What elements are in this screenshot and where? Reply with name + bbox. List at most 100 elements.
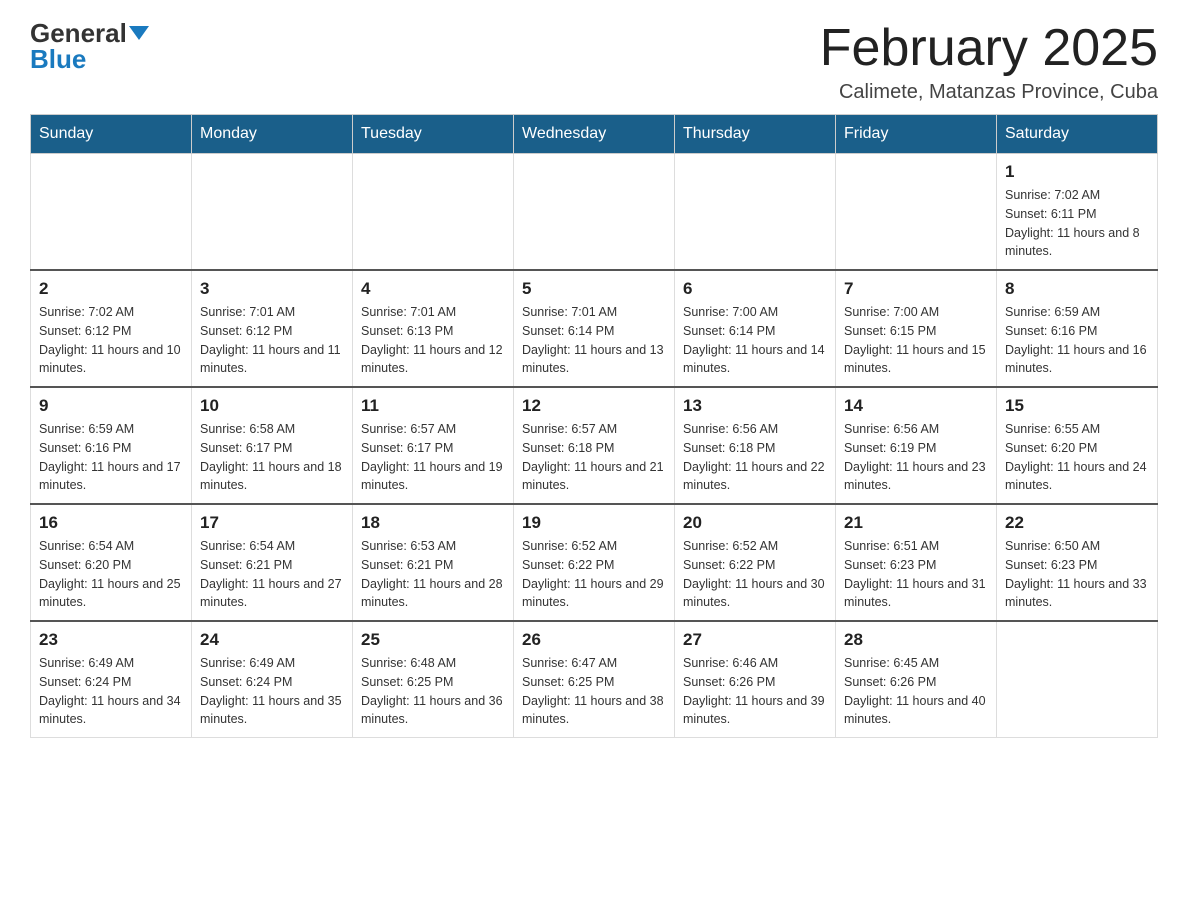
day-number: 15	[1005, 396, 1149, 416]
day-number: 10	[200, 396, 344, 416]
calendar-cell	[192, 154, 353, 271]
day-of-week-header: Friday	[836, 115, 997, 154]
calendar-cell: 2 Sunrise: 7:02 AMSunset: 6:12 PMDaylight…	[31, 270, 192, 387]
day-info: Sunrise: 6:56 AMSunset: 6:18 PMDaylight:…	[683, 420, 827, 495]
calendar-week-row: 23 Sunrise: 6:49 AMSunset: 6:24 PMDayligh…	[31, 621, 1158, 738]
calendar-cell: 28Sunrise: 6:45 AMSunset: 6:26 PMDayligh…	[836, 621, 997, 738]
day-number: 14	[844, 396, 988, 416]
calendar-cell: 9 Sunrise: 6:59 AMSunset: 6:16 PMDaylight…	[31, 387, 192, 504]
calendar-cell: 14 Sunrise: 6:56 AMSunset: 6:19 PMDayligh…	[836, 387, 997, 504]
location-text: Calimete, Matanzas Province, Cuba	[820, 81, 1158, 104]
calendar-cell: 20 Sunrise: 6:52 AMSunset: 6:22 PMDayligh…	[675, 504, 836, 621]
day-info: Sunrise: 6:52 AMSunset: 6:22 PMDaylight:…	[522, 537, 666, 612]
day-number: 21	[844, 513, 988, 533]
day-number: 5	[522, 279, 666, 299]
day-info: Sunrise: 6:49 AMSunset: 6:24 PMDaylight:…	[39, 654, 183, 729]
day-number: 8	[1005, 279, 1149, 299]
day-number: 24	[200, 630, 344, 650]
calendar-cell	[31, 154, 192, 271]
calendar-cell: 4Sunrise: 7:01 AMSunset: 6:13 PMDaylight…	[353, 270, 514, 387]
day-info: Sunrise: 6:52 AMSunset: 6:22 PMDaylight:…	[683, 537, 827, 612]
day-number: 9	[39, 396, 183, 416]
calendar-cell: 7 Sunrise: 7:00 AMSunset: 6:15 PMDaylight…	[836, 270, 997, 387]
day-info: Sunrise: 6:54 AMSunset: 6:20 PMDaylight:…	[39, 537, 183, 612]
calendar-cell: 16 Sunrise: 6:54 AMSunset: 6:20 PMDayligh…	[31, 504, 192, 621]
calendar-cell: 18 Sunrise: 6:53 AMSunset: 6:21 PMDayligh…	[353, 504, 514, 621]
day-number: 1	[1005, 162, 1149, 182]
calendar-week-row: 1 Sunrise: 7:02 AMSunset: 6:11 PMDaylight…	[31, 154, 1158, 271]
day-info: Sunrise: 6:50 AMSunset: 6:23 PMDaylight:…	[1005, 537, 1149, 612]
day-number: 17	[200, 513, 344, 533]
calendar-cell: 27 Sunrise: 6:46 AMSunset: 6:26 PMDayligh…	[675, 621, 836, 738]
calendar-cell: 1 Sunrise: 7:02 AMSunset: 6:11 PMDaylight…	[997, 154, 1158, 271]
day-number: 16	[39, 513, 183, 533]
day-number: 6	[683, 279, 827, 299]
day-number: 25	[361, 630, 505, 650]
calendar-week-row: 9 Sunrise: 6:59 AMSunset: 6:16 PMDaylight…	[31, 387, 1158, 504]
day-number: 22	[1005, 513, 1149, 533]
day-info: Sunrise: 6:53 AMSunset: 6:21 PMDaylight:…	[361, 537, 505, 612]
day-info: Sunrise: 7:01 AMSunset: 6:13 PMDaylight:…	[361, 303, 505, 378]
calendar-cell: 13 Sunrise: 6:56 AMSunset: 6:18 PMDayligh…	[675, 387, 836, 504]
day-number: 7	[844, 279, 988, 299]
calendar-cell: 8 Sunrise: 6:59 AMSunset: 6:16 PMDaylight…	[997, 270, 1158, 387]
calendar-table: SundayMondayTuesdayWednesdayThursdayFrid…	[30, 114, 1158, 738]
calendar-cell	[997, 621, 1158, 738]
day-info: Sunrise: 6:48 AMSunset: 6:25 PMDaylight:…	[361, 654, 505, 729]
day-of-week-header: Tuesday	[353, 115, 514, 154]
day-number: 27	[683, 630, 827, 650]
calendar-week-row: 2 Sunrise: 7:02 AMSunset: 6:12 PMDaylight…	[31, 270, 1158, 387]
calendar-cell: 22 Sunrise: 6:50 AMSunset: 6:23 PMDayligh…	[997, 504, 1158, 621]
calendar-cell: 17 Sunrise: 6:54 AMSunset: 6:21 PMDayligh…	[192, 504, 353, 621]
calendar-cell: 15 Sunrise: 6:55 AMSunset: 6:20 PMDayligh…	[997, 387, 1158, 504]
logo-general-text: General	[30, 20, 127, 46]
day-info: Sunrise: 6:45 AMSunset: 6:26 PMDaylight:…	[844, 654, 988, 729]
day-info: Sunrise: 6:59 AMSunset: 6:16 PMDaylight:…	[39, 420, 183, 495]
page-header: General Blue February 2025 Calimete, Mat…	[30, 20, 1158, 104]
calendar-cell: 5Sunrise: 7:01 AMSunset: 6:14 PMDaylight…	[514, 270, 675, 387]
day-of-week-header: Monday	[192, 115, 353, 154]
day-info: Sunrise: 6:46 AMSunset: 6:26 PMDaylight:…	[683, 654, 827, 729]
day-info: Sunrise: 6:55 AMSunset: 6:20 PMDaylight:…	[1005, 420, 1149, 495]
calendar-cell: 10 Sunrise: 6:58 AMSunset: 6:17 PMDayligh…	[192, 387, 353, 504]
day-info: Sunrise: 6:58 AMSunset: 6:17 PMDaylight:…	[200, 420, 344, 495]
day-number: 19	[522, 513, 666, 533]
day-of-week-header: Saturday	[997, 115, 1158, 154]
calendar-cell	[675, 154, 836, 271]
day-info: Sunrise: 6:49 AMSunset: 6:24 PMDaylight:…	[200, 654, 344, 729]
day-of-week-header: Sunday	[31, 115, 192, 154]
day-info: Sunrise: 7:00 AMSunset: 6:15 PMDaylight:…	[844, 303, 988, 378]
calendar-cell: 25 Sunrise: 6:48 AMSunset: 6:25 PMDayligh…	[353, 621, 514, 738]
day-info: Sunrise: 6:54 AMSunset: 6:21 PMDaylight:…	[200, 537, 344, 612]
day-of-week-header: Wednesday	[514, 115, 675, 154]
day-of-week-header: Thursday	[675, 115, 836, 154]
day-number: 12	[522, 396, 666, 416]
calendar-cell	[514, 154, 675, 271]
day-info: Sunrise: 7:00 AMSunset: 6:14 PMDaylight:…	[683, 303, 827, 378]
day-number: 20	[683, 513, 827, 533]
day-number: 11	[361, 396, 505, 416]
month-title: February 2025	[820, 20, 1158, 77]
day-info: Sunrise: 7:02 AMSunset: 6:12 PMDaylight:…	[39, 303, 183, 378]
day-number: 26	[522, 630, 666, 650]
day-info: Sunrise: 7:02 AMSunset: 6:11 PMDaylight:…	[1005, 186, 1149, 261]
calendar-week-row: 16 Sunrise: 6:54 AMSunset: 6:20 PMDayligh…	[31, 504, 1158, 621]
logo-arrow-icon	[129, 26, 149, 40]
day-number: 2	[39, 279, 183, 299]
calendar-cell: 19 Sunrise: 6:52 AMSunset: 6:22 PMDayligh…	[514, 504, 675, 621]
day-number: 13	[683, 396, 827, 416]
calendar-cell: 24 Sunrise: 6:49 AMSunset: 6:24 PMDayligh…	[192, 621, 353, 738]
day-info: Sunrise: 6:57 AMSunset: 6:18 PMDaylight:…	[522, 420, 666, 495]
day-info: Sunrise: 6:56 AMSunset: 6:19 PMDaylight:…	[844, 420, 988, 495]
logo-blue-text: Blue	[30, 46, 86, 72]
day-number: 18	[361, 513, 505, 533]
calendar-cell	[353, 154, 514, 271]
calendar-cell: 23 Sunrise: 6:49 AMSunset: 6:24 PMDayligh…	[31, 621, 192, 738]
title-section: February 2025 Calimete, Matanzas Provinc…	[820, 20, 1158, 104]
day-info: Sunrise: 6:59 AMSunset: 6:16 PMDaylight:…	[1005, 303, 1149, 378]
day-info: Sunrise: 6:47 AMSunset: 6:25 PMDaylight:…	[522, 654, 666, 729]
calendar-header-row: SundayMondayTuesdayWednesdayThursdayFrid…	[31, 115, 1158, 154]
day-number: 23	[39, 630, 183, 650]
calendar-cell: 26 Sunrise: 6:47 AMSunset: 6:25 PMDayligh…	[514, 621, 675, 738]
calendar-cell: 21Sunrise: 6:51 AMSunset: 6:23 PMDayligh…	[836, 504, 997, 621]
